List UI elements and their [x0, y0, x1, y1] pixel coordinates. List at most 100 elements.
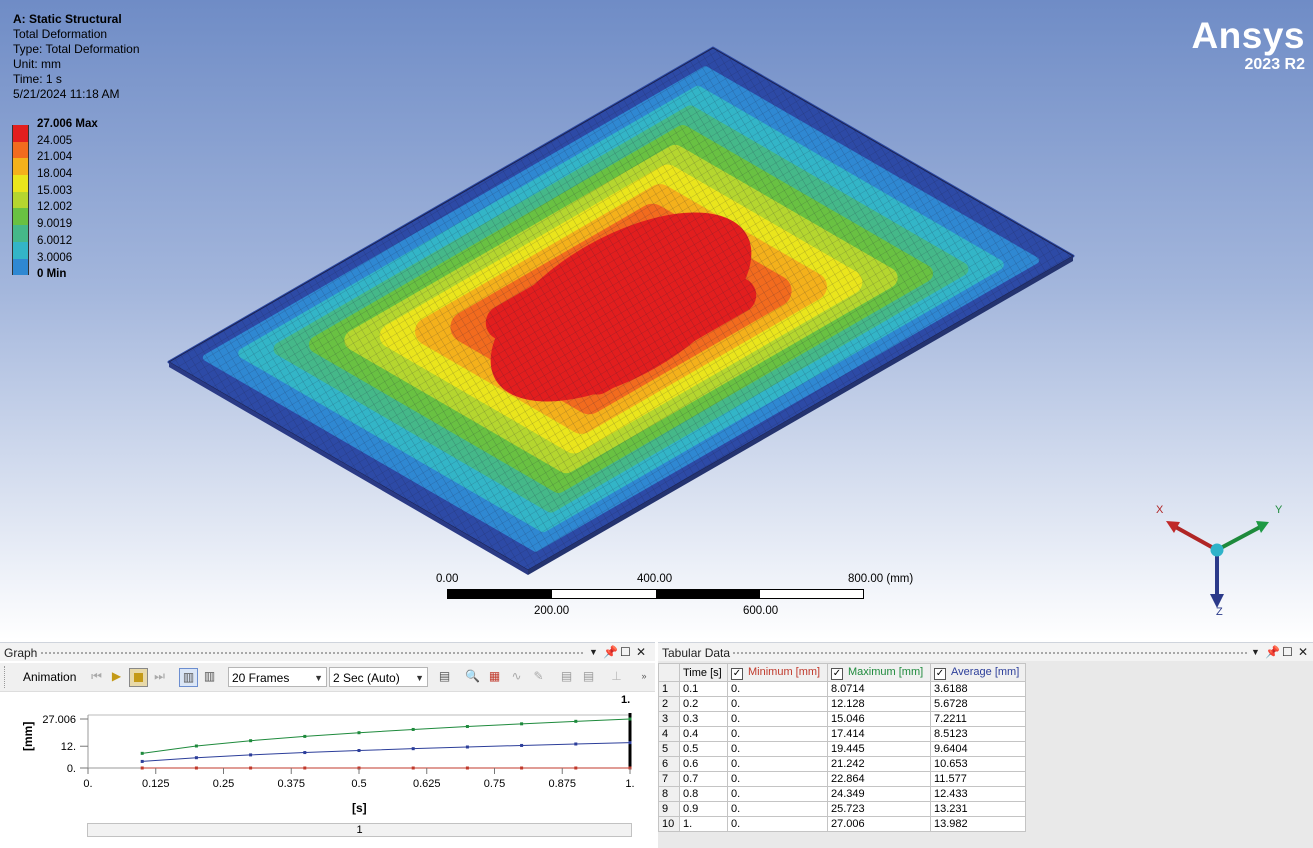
average-cell[interactable]: 5.6728	[930, 696, 1026, 712]
close-icon[interactable]: ✕	[1298, 645, 1308, 659]
distributed-frames-icon[interactable]: ▥	[179, 668, 198, 687]
legend-label: 18.004	[37, 168, 73, 181]
row-index[interactable]: 5	[658, 741, 680, 757]
average-column-header[interactable]: ✓ Average [mm]	[930, 663, 1026, 682]
maximum-column-header[interactable]: ✓ Maximum [mm]	[827, 663, 931, 682]
time-cell[interactable]: 0.9	[679, 801, 728, 817]
maximum-cell[interactable]: 25.723	[827, 801, 931, 817]
average-cell[interactable]: 13.982	[930, 816, 1026, 832]
time-cell[interactable]: 0.1	[679, 681, 728, 697]
row-index[interactable]: 2	[658, 696, 680, 712]
minimum-column-header[interactable]: ✓ Minimum [mm]	[727, 663, 828, 682]
legend-color-swatch	[12, 258, 29, 276]
table-row[interactable]: 9 0.9 0. 25.723 13.231	[658, 801, 1026, 817]
table-row[interactable]: 2 0.2 0. 12.128 5.6728	[658, 696, 1026, 712]
tabular-data-table[interactable]: Time [s] ✓ Minimum [mm] ✓ Maximum [mm] ✓ Av…	[658, 663, 1026, 832]
pin-icon[interactable]: 📌	[1265, 645, 1280, 659]
minimum-cell[interactable]: 0.	[727, 771, 828, 787]
row-index[interactable]: 1	[658, 681, 680, 697]
maximum-cell[interactable]: 24.349	[827, 786, 931, 802]
disabled-curve-icon[interactable]: ∿	[508, 668, 525, 685]
minimum-cell[interactable]: 0.	[727, 816, 828, 832]
maximum-cell[interactable]: 8.0714	[827, 681, 931, 697]
table-icon[interactable]: ▤	[558, 668, 575, 685]
table-row[interactable]: 10 1. 0. 27.006 13.982	[658, 816, 1026, 832]
minimum-checkbox[interactable]: ✓	[731, 667, 743, 680]
play-icon[interactable]: ▶	[108, 668, 125, 685]
chart-options-icon[interactable]: ⊥	[608, 668, 625, 685]
table-row[interactable]: 5 0.5 0. 19.445 9.6404	[658, 741, 1026, 757]
disabled-probe-icon[interactable]: ✎	[530, 668, 547, 685]
previous-frame-icon[interactable]: ⏮	[88, 668, 105, 685]
maximum-cell[interactable]: 17.414	[827, 726, 931, 742]
time-cell[interactable]: 0.8	[679, 786, 728, 802]
maximum-cell[interactable]: 22.864	[827, 771, 931, 787]
maximize-icon[interactable]: ☐	[1282, 645, 1293, 659]
average-cell[interactable]: 11.577	[930, 771, 1026, 787]
color-grid-icon[interactable]: ▦	[486, 668, 503, 685]
minimum-cell[interactable]: 0.	[727, 696, 828, 712]
time-cell[interactable]: 0.6	[679, 756, 728, 772]
table-row[interactable]: 4 0.4 0. 17.414 8.5123	[658, 726, 1026, 742]
graphics-viewport[interactable]: A: Static Structural Total Deformation T…	[0, 0, 1313, 640]
average-checkbox[interactable]: ✓	[934, 667, 946, 680]
next-frame-icon[interactable]: ⏭	[151, 668, 168, 685]
duration-select[interactable]: 2 Sec (Auto) ▼	[329, 667, 428, 687]
stop-icon[interactable]	[129, 668, 148, 687]
minimum-cell[interactable]: 0.	[727, 711, 828, 727]
maximum-cell[interactable]: 19.445	[827, 741, 931, 757]
average-cell[interactable]: 10.653	[930, 756, 1026, 772]
maximize-icon[interactable]: ☐	[620, 645, 631, 659]
export-video-icon[interactable]: ▤	[436, 668, 453, 685]
time-cell[interactable]: 0.5	[679, 741, 728, 757]
table-row[interactable]: 3 0.3 0. 15.046 7.2211	[658, 711, 1026, 727]
zoom-to-fit-icon[interactable]: 🔍	[464, 668, 481, 685]
close-icon[interactable]: ✕	[636, 645, 646, 659]
average-cell[interactable]: 3.6188	[930, 681, 1026, 697]
minimum-cell[interactable]: 0.	[727, 726, 828, 742]
maximum-cell[interactable]: 15.046	[827, 711, 931, 727]
toolbar-overflow-icon[interactable]: »	[638, 668, 650, 685]
time-cell[interactable]: 0.7	[679, 771, 728, 787]
row-index[interactable]: 9	[658, 801, 680, 817]
row-index[interactable]: 8	[658, 786, 680, 802]
maximum-cell[interactable]: 12.128	[827, 696, 931, 712]
minimum-cell[interactable]: 0.	[727, 786, 828, 802]
frames-select[interactable]: 20 Frames ▼	[228, 667, 327, 687]
row-index[interactable]: 4	[658, 726, 680, 742]
row-index[interactable]: 7	[658, 771, 680, 787]
average-cell[interactable]: 8.5123	[930, 726, 1026, 742]
minimum-cell[interactable]: 0.	[727, 801, 828, 817]
time-column-header[interactable]: Time [s]	[679, 663, 728, 682]
row-index[interactable]: 10	[658, 816, 680, 832]
time-cell[interactable]: 0.2	[679, 696, 728, 712]
table-row[interactable]: 1 0.1 0. 8.0714 3.6188	[658, 681, 1026, 697]
graph-panel-header: Graph ▼ 📌 ☐ ✕	[0, 643, 655, 661]
minimum-cell[interactable]: 0.	[727, 741, 828, 757]
panel-dropdown-icon[interactable]: ▼	[1251, 647, 1260, 657]
pin-icon[interactable]: 📌	[603, 645, 618, 659]
average-cell[interactable]: 9.6404	[930, 741, 1026, 757]
table-row[interactable]: 8 0.8 0. 24.349 12.433	[658, 786, 1026, 802]
average-cell[interactable]: 13.231	[930, 801, 1026, 817]
axis-triad[interactable]: X Y Z	[1150, 500, 1282, 625]
time-cell[interactable]: 0.4	[679, 726, 728, 742]
minimum-cell[interactable]: 0.	[727, 681, 828, 697]
row-index[interactable]: 6	[658, 756, 680, 772]
table-row[interactable]: 6 0.6 0. 21.242 10.653	[658, 756, 1026, 772]
average-cell[interactable]: 7.2211	[930, 711, 1026, 727]
deformation-contour-plot[interactable]	[0, 0, 1313, 640]
panel-dropdown-icon[interactable]: ▼	[589, 647, 598, 657]
time-cell[interactable]: 0.3	[679, 711, 728, 727]
maximum-cell[interactable]: 21.242	[827, 756, 931, 772]
table-alt-icon[interactable]: ▤	[580, 668, 597, 685]
maximum-cell[interactable]: 27.006	[827, 816, 931, 832]
maximum-checkbox[interactable]: ✓	[831, 667, 843, 680]
result-sets-icon[interactable]: ▥	[201, 668, 218, 685]
table-row[interactable]: 7 0.7 0. 22.864 11.577	[658, 771, 1026, 787]
timeline-bar[interactable]: 1	[87, 823, 632, 837]
time-cell[interactable]: 1.	[679, 816, 728, 832]
average-cell[interactable]: 12.433	[930, 786, 1026, 802]
minimum-cell[interactable]: 0.	[727, 756, 828, 772]
row-index[interactable]: 3	[658, 711, 680, 727]
